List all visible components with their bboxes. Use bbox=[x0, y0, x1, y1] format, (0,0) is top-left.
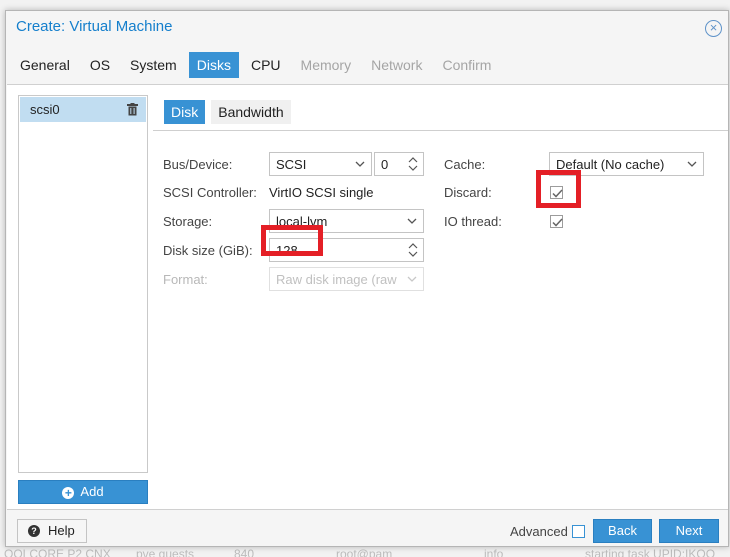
format-value: Raw disk image (raw bbox=[276, 272, 397, 287]
spinner-arrows-icon[interactable] bbox=[408, 241, 418, 259]
scsi-controller-label: SCSI Controller: bbox=[163, 185, 257, 200]
tab-network[interactable]: Network bbox=[363, 52, 430, 78]
tab-cpu[interactable]: CPU bbox=[243, 52, 289, 78]
dialog-title: Create: Virtual Machine bbox=[16, 18, 173, 35]
bg-cell: info bbox=[484, 547, 504, 557]
tab-disks[interactable]: Disks bbox=[188, 52, 239, 78]
chevron-down-icon bbox=[407, 218, 417, 224]
sub-tab-divider bbox=[153, 130, 728, 131]
tab-confirm[interactable]: Confirm bbox=[434, 52, 499, 78]
spinner-arrows-icon[interactable] bbox=[408, 155, 418, 173]
tab-system[interactable]: System bbox=[122, 52, 185, 78]
device-value: 0 bbox=[381, 157, 389, 172]
disk-size-label: Disk size (GiB): bbox=[163, 243, 253, 258]
tab-memory[interactable]: Memory bbox=[293, 52, 360, 78]
bus-device-label: Bus/Device: bbox=[163, 157, 233, 172]
io-thread-checkbox[interactable] bbox=[550, 215, 563, 228]
chevron-down-icon bbox=[687, 161, 697, 167]
next-button[interactable]: Next bbox=[659, 519, 719, 543]
chevron-down-icon bbox=[355, 161, 365, 167]
discard-label: Discard: bbox=[444, 185, 492, 200]
bus-select[interactable]: SCSI bbox=[269, 152, 372, 176]
io-thread-label: IO thread: bbox=[444, 214, 502, 229]
question-circle-icon: ? bbox=[28, 525, 40, 537]
create-vm-dialog: Create: Virtual Machine × General OS Sys… bbox=[5, 10, 729, 547]
disk-sub-tabs: Disk Bandwidth bbox=[164, 100, 297, 124]
bg-cell: pve guests bbox=[136, 547, 195, 557]
wizard-tabs: General OS System Disks CPU Memory Netwo… bbox=[12, 52, 503, 78]
help-button[interactable]: ? Help bbox=[17, 519, 87, 543]
dialog-titlebar: Create: Virtual Machine × bbox=[6, 11, 728, 43]
checkmark-icon bbox=[552, 218, 563, 227]
tab-os[interactable]: OS bbox=[82, 52, 118, 78]
format-label: Format: bbox=[163, 272, 208, 287]
tab-general[interactable]: General bbox=[12, 52, 78, 78]
bg-cell: root@pam bbox=[336, 547, 393, 557]
add-disk-button[interactable]: + Add bbox=[18, 480, 148, 504]
device-number-stepper[interactable]: 0 bbox=[374, 152, 424, 176]
discard-highlight bbox=[536, 170, 581, 208]
bus-value: SCSI bbox=[276, 157, 307, 172]
help-label: Help bbox=[48, 523, 75, 538]
advanced-label: Advanced bbox=[510, 524, 568, 539]
disk-item-label: scsi0 bbox=[30, 102, 60, 117]
disk-size-highlight bbox=[261, 225, 323, 256]
trash-icon[interactable] bbox=[127, 103, 138, 116]
format-select[interactable]: Raw disk image (raw bbox=[269, 267, 424, 291]
close-icon[interactable]: × bbox=[705, 20, 722, 37]
scsi-controller-value: VirtIO SCSI single bbox=[269, 185, 374, 200]
chevron-down-icon bbox=[407, 276, 417, 282]
disk-list: scsi0 bbox=[18, 95, 148, 473]
disk-list-item[interactable]: scsi0 bbox=[20, 97, 146, 122]
back-button[interactable]: Back bbox=[593, 519, 652, 543]
tab-bandwidth[interactable]: Bandwidth bbox=[211, 100, 291, 124]
plus-circle-icon: + bbox=[62, 487, 75, 499]
storage-label: Storage: bbox=[163, 214, 213, 229]
bg-cell: starting task UPID:IKOO bbox=[585, 547, 716, 557]
tab-disk[interactable]: Disk bbox=[164, 100, 206, 124]
bg-cell: OOLCORE P2 CNX bbox=[4, 547, 111, 557]
disks-panel: scsi0 + Add Disk Bandwidth Bus/Device: SC… bbox=[7, 84, 728, 510]
add-label: Add bbox=[80, 484, 104, 499]
cache-label: Cache: bbox=[444, 157, 486, 172]
bg-cell: 840 bbox=[234, 547, 255, 557]
advanced-checkbox[interactable] bbox=[572, 525, 585, 538]
